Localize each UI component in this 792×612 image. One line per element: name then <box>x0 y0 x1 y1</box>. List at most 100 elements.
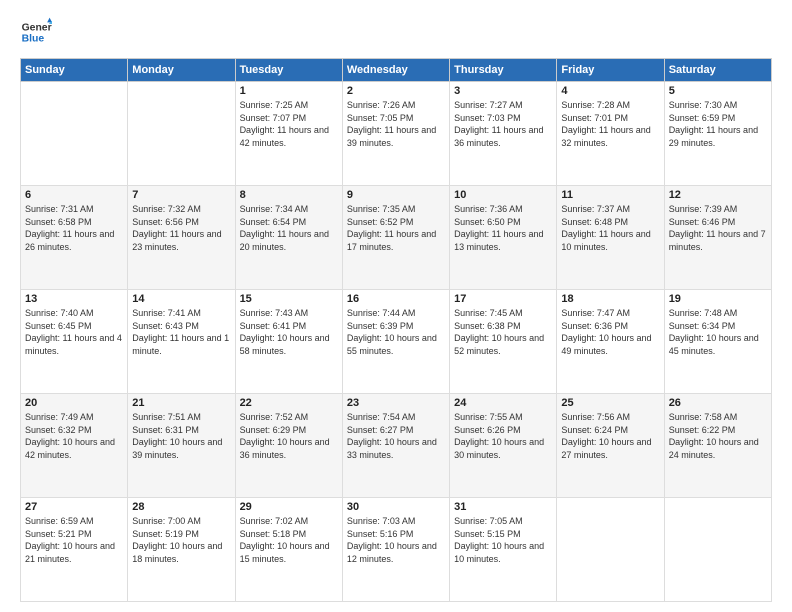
day-detail: Sunrise: 7:58 AM Sunset: 6:22 PM Dayligh… <box>669 411 767 461</box>
day-number: 2 <box>347 85 445 97</box>
day-cell: 30 Sunrise: 7:03 AM Sunset: 5:16 PM Dayli… <box>342 498 449 602</box>
day-cell: 31 Sunrise: 7:05 AM Sunset: 5:15 PM Dayli… <box>450 498 557 602</box>
day-cell: 10Sunrise: 7:36 AM Sunset: 6:50 PM Dayli… <box>450 186 557 290</box>
day-number: 21 <box>132 397 230 409</box>
day-detail: Sunrise: 7:55 AM Sunset: 6:26 PM Dayligh… <box>454 411 552 461</box>
day-cell: 26 Sunrise: 7:58 AM Sunset: 6:22 PM Dayli… <box>664 394 771 498</box>
day-detail: Sunrise: 7:34 AM Sunset: 6:54 PM Dayligh… <box>240 203 338 253</box>
day-detail: Sunrise: 7:39 AM Sunset: 6:46 PM Dayligh… <box>669 203 767 253</box>
day-number: 31 <box>454 501 552 513</box>
day-number: 30 <box>347 501 445 513</box>
day-number: 7 <box>132 189 230 201</box>
day-detail: Sunrise: 7:32 AM Sunset: 6:56 PM Dayligh… <box>132 203 230 253</box>
svg-text:Blue: Blue <box>22 34 45 45</box>
day-cell <box>557 498 664 602</box>
page: General Blue SundayMondayTuesdayWednesda… <box>0 0 792 612</box>
weekday-header-wednesday: Wednesday <box>342 59 449 82</box>
day-detail: Sunrise: 7:35 AM Sunset: 6:52 PM Dayligh… <box>347 203 445 253</box>
day-number: 27 <box>25 501 123 513</box>
day-cell <box>664 498 771 602</box>
day-cell: 15Sunrise: 7:43 AM Sunset: 6:41 PM Dayli… <box>235 290 342 394</box>
day-cell: 2 Sunrise: 7:26 AM Sunset: 7:05 PM Daylig… <box>342 82 449 186</box>
day-cell <box>21 82 128 186</box>
week-row-1: 1Sunrise: 7:25 AM Sunset: 7:07 PM Daylig… <box>21 82 772 186</box>
day-detail: Sunrise: 7:40 AM Sunset: 6:45 PM Dayligh… <box>25 307 123 357</box>
day-cell: 8 Sunrise: 7:34 AM Sunset: 6:54 PM Daylig… <box>235 186 342 290</box>
day-number: 29 <box>240 501 338 513</box>
day-cell: 18 Sunrise: 7:47 AM Sunset: 6:36 PM Dayli… <box>557 290 664 394</box>
day-number: 22 <box>240 397 338 409</box>
logo-icon: General Blue <box>20 16 52 48</box>
day-number: 12 <box>669 189 767 201</box>
day-detail: Sunrise: 6:59 AM Sunset: 5:21 PM Dayligh… <box>25 515 123 565</box>
day-cell: 1Sunrise: 7:25 AM Sunset: 7:07 PM Daylig… <box>235 82 342 186</box>
day-detail: Sunrise: 7:02 AM Sunset: 5:18 PM Dayligh… <box>240 515 338 565</box>
day-cell: 12 Sunrise: 7:39 AM Sunset: 6:46 PM Dayli… <box>664 186 771 290</box>
day-detail: Sunrise: 7:30 AM Sunset: 6:59 PM Dayligh… <box>669 99 767 149</box>
day-number: 8 <box>240 189 338 201</box>
day-detail: Sunrise: 7:28 AM Sunset: 7:01 PM Dayligh… <box>561 99 659 149</box>
day-detail: Sunrise: 7:00 AM Sunset: 5:19 PM Dayligh… <box>132 515 230 565</box>
day-detail: Sunrise: 7:31 AM Sunset: 6:58 PM Dayligh… <box>25 203 123 253</box>
day-detail: Sunrise: 7:44 AM Sunset: 6:39 PM Dayligh… <box>347 307 445 357</box>
day-number: 23 <box>347 397 445 409</box>
day-detail: Sunrise: 7:45 AM Sunset: 6:38 PM Dayligh… <box>454 307 552 357</box>
day-number: 3 <box>454 85 552 97</box>
day-detail: Sunrise: 7:43 AM Sunset: 6:41 PM Dayligh… <box>240 307 338 357</box>
week-row-3: 13 Sunrise: 7:40 AM Sunset: 6:45 PM Dayli… <box>21 290 772 394</box>
day-number: 4 <box>561 85 659 97</box>
day-number: 18 <box>561 293 659 305</box>
day-cell: 23 Sunrise: 7:54 AM Sunset: 6:27 PM Dayli… <box>342 394 449 498</box>
day-detail: Sunrise: 7:25 AM Sunset: 7:07 PM Dayligh… <box>240 99 338 149</box>
day-number: 19 <box>669 293 767 305</box>
header: General Blue <box>20 16 772 48</box>
day-cell: 19 Sunrise: 7:48 AM Sunset: 6:34 PM Dayli… <box>664 290 771 394</box>
day-number: 17 <box>454 293 552 305</box>
day-cell: 27 Sunrise: 6:59 AM Sunset: 5:21 PM Dayli… <box>21 498 128 602</box>
day-number: 6 <box>25 189 123 201</box>
weekday-header-saturday: Saturday <box>664 59 771 82</box>
day-cell: 24 Sunrise: 7:55 AM Sunset: 6:26 PM Dayli… <box>450 394 557 498</box>
day-detail: Sunrise: 7:41 AM Sunset: 6:43 PM Dayligh… <box>132 307 230 357</box>
day-cell: 25 Sunrise: 7:56 AM Sunset: 6:24 PM Dayli… <box>557 394 664 498</box>
day-cell: 5Sunrise: 7:30 AM Sunset: 6:59 PM Daylig… <box>664 82 771 186</box>
weekday-header-monday: Monday <box>128 59 235 82</box>
day-number: 11 <box>561 189 659 201</box>
day-number: 9 <box>347 189 445 201</box>
day-detail: Sunrise: 7:47 AM Sunset: 6:36 PM Dayligh… <box>561 307 659 357</box>
day-detail: Sunrise: 7:36 AM Sunset: 6:50 PM Dayligh… <box>454 203 552 253</box>
weekday-header-thursday: Thursday <box>450 59 557 82</box>
day-cell: 14Sunrise: 7:41 AM Sunset: 6:43 PM Dayli… <box>128 290 235 394</box>
day-number: 28 <box>132 501 230 513</box>
day-cell <box>128 82 235 186</box>
day-detail: Sunrise: 7:49 AM Sunset: 6:32 PM Dayligh… <box>25 411 123 461</box>
week-row-2: 6 Sunrise: 7:31 AM Sunset: 6:58 PM Daylig… <box>21 186 772 290</box>
day-detail: Sunrise: 7:03 AM Sunset: 5:16 PM Dayligh… <box>347 515 445 565</box>
day-cell: 3 Sunrise: 7:27 AM Sunset: 7:03 PM Daylig… <box>450 82 557 186</box>
svg-text:General: General <box>22 22 52 33</box>
day-detail: Sunrise: 7:56 AM Sunset: 6:24 PM Dayligh… <box>561 411 659 461</box>
day-cell: 22Sunrise: 7:52 AM Sunset: 6:29 PM Dayli… <box>235 394 342 498</box>
day-number: 20 <box>25 397 123 409</box>
day-number: 26 <box>669 397 767 409</box>
week-row-5: 27 Sunrise: 6:59 AM Sunset: 5:21 PM Dayli… <box>21 498 772 602</box>
day-cell: 13 Sunrise: 7:40 AM Sunset: 6:45 PM Dayli… <box>21 290 128 394</box>
day-number: 25 <box>561 397 659 409</box>
logo: General Blue <box>20 16 56 48</box>
day-cell: 9 Sunrise: 7:35 AM Sunset: 6:52 PM Daylig… <box>342 186 449 290</box>
weekday-header-friday: Friday <box>557 59 664 82</box>
day-cell: 16 Sunrise: 7:44 AM Sunset: 6:39 PM Dayli… <box>342 290 449 394</box>
day-detail: Sunrise: 7:27 AM Sunset: 7:03 PM Dayligh… <box>454 99 552 149</box>
day-detail: Sunrise: 7:26 AM Sunset: 7:05 PM Dayligh… <box>347 99 445 149</box>
day-detail: Sunrise: 7:51 AM Sunset: 6:31 PM Dayligh… <box>132 411 230 461</box>
day-cell: 17 Sunrise: 7:45 AM Sunset: 6:38 PM Dayli… <box>450 290 557 394</box>
day-cell: 11 Sunrise: 7:37 AM Sunset: 6:48 PM Dayli… <box>557 186 664 290</box>
day-number: 24 <box>454 397 552 409</box>
day-detail: Sunrise: 7:37 AM Sunset: 6:48 PM Dayligh… <box>561 203 659 253</box>
day-detail: Sunrise: 7:54 AM Sunset: 6:27 PM Dayligh… <box>347 411 445 461</box>
day-number: 13 <box>25 293 123 305</box>
day-cell: 21 Sunrise: 7:51 AM Sunset: 6:31 PM Dayli… <box>128 394 235 498</box>
day-number: 16 <box>347 293 445 305</box>
day-detail: Sunrise: 7:48 AM Sunset: 6:34 PM Dayligh… <box>669 307 767 357</box>
day-detail: Sunrise: 7:05 AM Sunset: 5:15 PM Dayligh… <box>454 515 552 565</box>
